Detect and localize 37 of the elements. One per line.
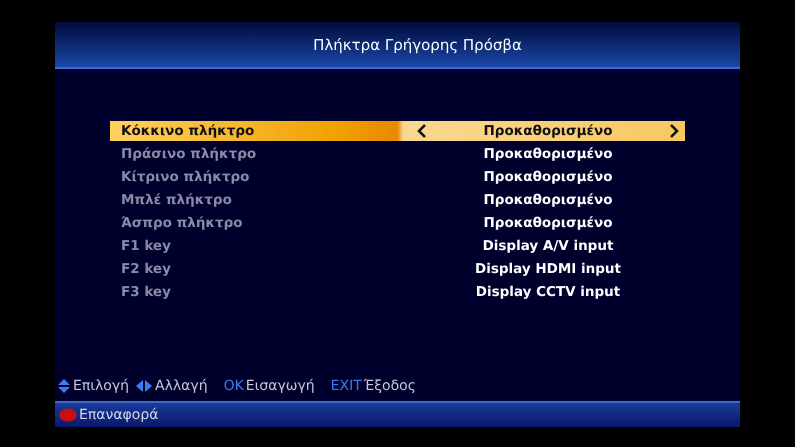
row-value: Display CCTV input bbox=[474, 284, 622, 300]
footer-text: Επαναφορά bbox=[79, 407, 158, 423]
row-label: F2 key bbox=[120, 261, 172, 277]
key-label: OK bbox=[224, 378, 244, 394]
menu-row[interactable]: F2 key Display HDMI input bbox=[110, 259, 685, 279]
chevron-right-icon[interactable] bbox=[668, 124, 680, 138]
row-label: Πράσινο πλήκτρο bbox=[120, 146, 258, 162]
menu-row[interactable]: Μπλέ πλήκτρο Προκαθορισμένο bbox=[110, 190, 685, 210]
chevron-left-icon[interactable] bbox=[416, 124, 428, 138]
row-label: F3 key bbox=[120, 284, 172, 300]
hint-text: Έξοδος bbox=[364, 378, 416, 394]
row-value: Προκαθορισμένο bbox=[482, 123, 614, 139]
hint-text: Εισαγωγή bbox=[246, 378, 315, 394]
row-value: Προκαθορισμένο bbox=[482, 215, 614, 231]
menu-row[interactable]: F3 key Display CCTV input bbox=[110, 282, 685, 302]
row-value: Display HDMI input bbox=[474, 261, 622, 277]
hint-text: Αλλαγή bbox=[155, 378, 208, 394]
key-label: EXIT bbox=[330, 378, 362, 394]
up-down-arrows-icon bbox=[57, 378, 71, 394]
row-value: Προκαθορισμένο bbox=[482, 146, 614, 162]
menu-row[interactable]: Κόκκινο πλήκτρο Προκαθορισμένο bbox=[110, 121, 685, 141]
row-value: Προκαθορισμένο bbox=[482, 169, 614, 185]
remote-button-icon bbox=[59, 408, 77, 422]
left-right-arrows-icon bbox=[135, 379, 154, 393]
menu-row[interactable]: F1 key Display A/V input bbox=[110, 236, 685, 256]
row-label: Μπλέ πλήκτρο bbox=[120, 192, 233, 208]
row-label: Κίτρινο πλήκτρο bbox=[120, 169, 250, 185]
menu-title: Πλήκτρα Γρήγορης Πρόσβα bbox=[312, 36, 522, 54]
row-value: Display A/V input bbox=[482, 238, 614, 254]
row-value: Προκαθορισμένο bbox=[482, 192, 614, 208]
row-label: Κόκκινο πλήκτρο bbox=[120, 123, 256, 139]
row-label: F1 key bbox=[120, 238, 172, 254]
menu-row[interactable]: Άσπρο πλήκτρο Προκαθορισμένο bbox=[110, 213, 685, 233]
menu-row[interactable]: Πράσινο πλήκτρο Προκαθορισμένο bbox=[110, 144, 685, 164]
menu-row[interactable]: Κίτρινο πλήκτρο Προκαθορισμένο bbox=[110, 167, 685, 187]
row-label: Άσπρο πλήκτρο bbox=[120, 215, 244, 231]
hint-text: Επιλογή bbox=[73, 378, 130, 394]
